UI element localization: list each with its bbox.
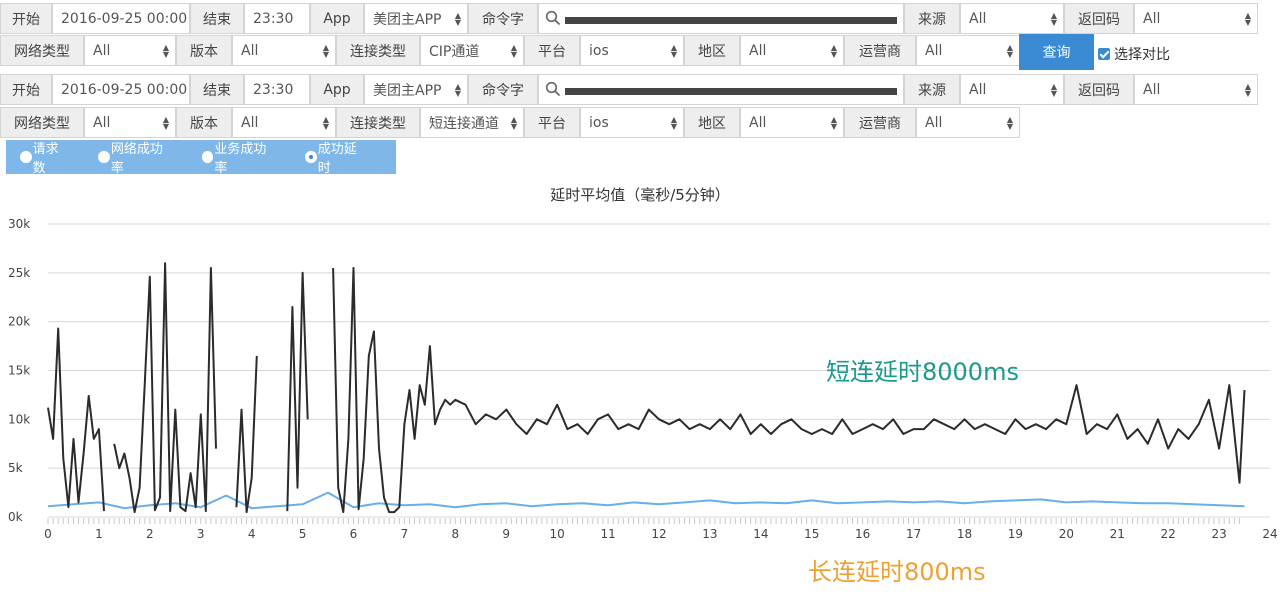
x-tick-label: 19 (1008, 527, 1023, 541)
x-tick-label: 3 (197, 527, 205, 541)
series-line-short (47, 262, 1246, 514)
x-tick-label: 15 (804, 527, 819, 541)
x-tick-label: 7 (401, 527, 409, 541)
x-tick-label: 8 (452, 527, 460, 541)
x-tick-label: 4 (248, 527, 256, 541)
x-tick-label: 0 (44, 527, 52, 541)
x-tick-label: 6 (350, 527, 358, 541)
x-tick-label: 20 (1059, 527, 1074, 541)
y-tick-label: 0k (8, 510, 23, 524)
x-tick-label: 22 (1161, 527, 1176, 541)
y-tick-label: 5k (8, 461, 23, 475)
annotation-short-latency: 短连延时8000ms (826, 358, 1019, 386)
x-tick-label: 14 (753, 527, 768, 541)
x-tick-label: 13 (702, 527, 717, 541)
x-tick-label: 17 (906, 527, 921, 541)
y-tick-label: 10k (8, 412, 30, 426)
x-tick-label: 12 (651, 527, 666, 541)
annotation-long-latency: 长连延时800ms (808, 558, 986, 586)
series-line-long (47, 491, 1245, 510)
latency-chart: 0k5k10k15k20k25k30k0 1 2 3 4 5 6 7 8 9 10 11 12 13 14 1… (8, 217, 1278, 541)
x-tick-label: 10 (550, 527, 565, 541)
x-tick-label: 11 (600, 527, 615, 541)
x-tick-label: 24 (1262, 527, 1277, 541)
x-tick-label: 9 (502, 527, 510, 541)
x-tick-label: 23 (1211, 527, 1226, 541)
x-tick-label: 21 (1110, 527, 1125, 541)
y-tick-label: 25k (8, 266, 30, 280)
x-tick-label: 18 (957, 527, 972, 541)
x-tick-label: 5 (299, 527, 307, 541)
x-tick-label: 2 (146, 527, 154, 541)
y-tick-label: 20k (8, 315, 30, 329)
x-tick-label: 16 (855, 527, 870, 541)
y-tick-label: 15k (8, 364, 30, 378)
y-tick-label: 30k (8, 217, 30, 231)
x-tick-label: 1 (95, 527, 103, 541)
